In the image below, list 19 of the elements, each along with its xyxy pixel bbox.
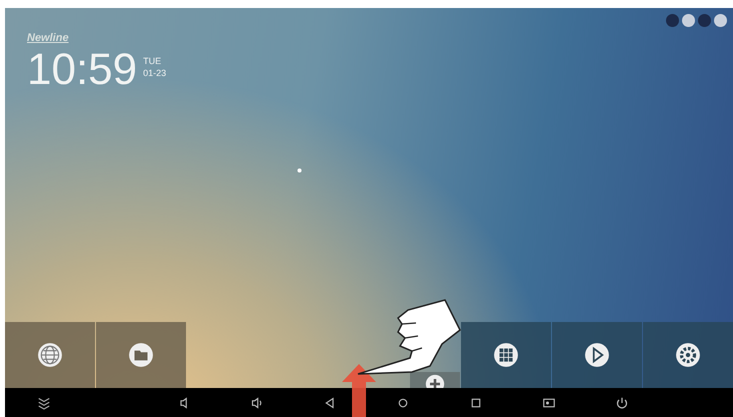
clock-date: 01-23 (143, 68, 166, 80)
settings-icon (675, 342, 701, 368)
brand-logo: Newline (27, 31, 69, 46)
clock-day: TUE (143, 56, 166, 68)
app-tile[interactable] (643, 322, 733, 388)
app-tile[interactable] (96, 322, 186, 388)
app-tile[interactable] (461, 322, 551, 388)
status-icon[interactable] (714, 14, 727, 27)
globe-icon (37, 342, 63, 368)
clock-time: 10:59 (27, 48, 138, 92)
play-icon (584, 342, 610, 368)
pointer-dot-icon (297, 168, 302, 173)
app-tile[interactable] (552, 322, 642, 388)
grid-icon (493, 342, 519, 368)
status-icon[interactable] (682, 14, 695, 27)
up-arrow-icon (342, 364, 376, 417)
folder-icon (128, 342, 154, 368)
app-tile[interactable] (5, 322, 95, 388)
app-tile[interactable] (410, 372, 460, 388)
